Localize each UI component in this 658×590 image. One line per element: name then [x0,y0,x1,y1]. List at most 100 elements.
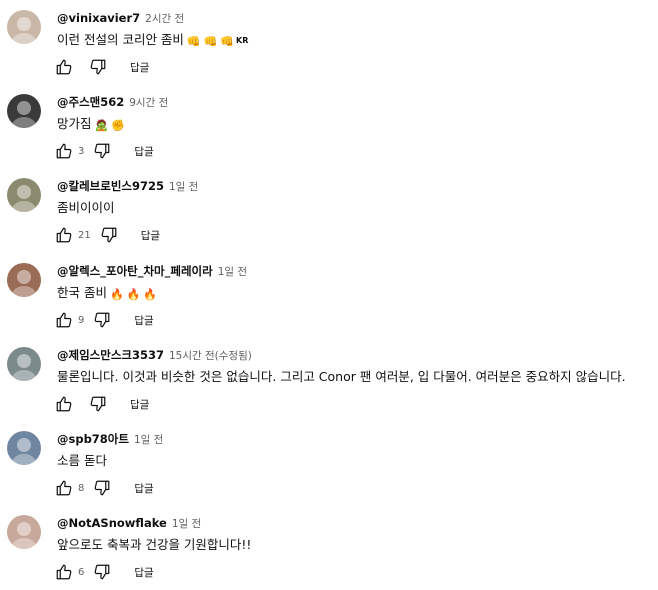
avatar[interactable] [7,347,41,381]
avatar-image [7,347,41,381]
thumb-down-icon [95,312,110,328]
comment-text: 소름 돋다 [57,451,109,472]
like-button[interactable] [52,308,76,332]
comment-item: @칼레브로빈스9725 1일 전 좀비이이이 21 답글 [0,168,658,252]
comment-item: @알렉스_포아탄_차마_페레이라 1일 전 한국 좀비 🔥 🔥 🔥 9 답글 [0,253,658,337]
avatar-image [7,263,41,297]
thumb-up-icon [56,143,72,159]
author-name[interactable]: @주스맨562 [57,95,124,109]
comment-time[interactable]: 1일 전 [172,518,201,530]
like-count: 9 [78,314,85,326]
avatar[interactable] [7,515,41,549]
comment-header: @제임스만스크3537 15시간 전(수정됨) [57,346,252,364]
like-button[interactable] [52,476,76,500]
avatar-image [7,10,41,44]
comment-body: 앞으로도 축복과 건강을 기원합니다!! [57,537,252,552]
like-button[interactable] [52,139,76,163]
comment-text: 망가짐 🧟 ✊ [57,114,127,136]
comment-item: @spb78아트 1일 전 소름 돋다 8 답글 [0,421,658,505]
author-name[interactable]: @vinixavier7 [57,11,140,25]
comment-text: 이런 전설의 코리안 좀비 👊 👊 👊 KR [57,30,248,52]
avatar-image [7,94,41,128]
comment-time[interactable]: 1일 전 [169,181,198,193]
comment-text: 앞으로도 축복과 건강을 기원합니다!! [57,535,253,556]
emoji: ✊ [111,119,125,132]
dislike-button[interactable] [97,223,121,247]
emoji-group: 🔥 🔥 🔥 [107,285,157,301]
comment-text: 좀비이이이 [57,198,117,219]
dislike-button[interactable] [90,308,114,332]
avatar-image [7,431,41,465]
like-button[interactable] [52,560,76,584]
comment-header: @주스맨562 9시간 전 [57,93,168,111]
emoji: 👊 [186,35,201,48]
thumb-down-icon [101,227,117,243]
comment-actions: 3 답글 [52,139,154,163]
comment-body: 한국 좀비 [57,285,107,300]
comment-actions: 21 답글 [52,223,160,247]
thumb-up-icon [56,396,72,412]
author-name[interactable]: @칼레브로빈스9725 [57,179,164,193]
reply-button[interactable]: 답글 [141,228,160,243]
avatar[interactable] [7,94,41,128]
reply-button[interactable]: 답글 [134,565,153,580]
comment-time[interactable]: 1일 전 [134,434,163,446]
author-name[interactable]: @NotASnowflake [57,516,167,530]
reply-button[interactable]: 답글 [130,60,149,75]
comment-body: 좀비이이이 [57,200,115,215]
avatar[interactable] [7,178,41,212]
author-name[interactable]: @spb78아트 [57,432,129,446]
like-count: 6 [78,566,85,578]
comment-time[interactable]: 15시간 전(수정됨) [169,350,252,362]
thumb-up-icon [56,59,72,75]
emoji: 🔥 [109,288,124,301]
thumb-up-icon [56,564,72,580]
dislike-button[interactable] [86,55,110,79]
avatar[interactable] [7,263,41,297]
dislike-button[interactable] [86,392,110,416]
emoji: 🔥 [143,288,158,301]
comment-text: 물론입니다. 이것과 비슷한 것은 없습니다. 그리고 Conor 팬 여러분,… [57,367,628,388]
reply-button[interactable]: 답글 [134,144,153,159]
comment-text: 한국 좀비 🔥 🔥 🔥 [57,283,159,305]
comment-header: @vinixavier7 2시간 전 [57,9,184,27]
like-count: 21 [78,229,91,241]
comment-actions: 8 답글 [52,476,154,500]
avatar-image [7,515,41,549]
comment-item: @NotASnowflake 1일 전 앞으로도 축복과 건강을 기원합니다!! … [0,505,658,589]
like-button[interactable] [52,223,76,247]
author-name[interactable]: @제임스만스크3537 [57,348,164,362]
like-count: 8 [78,482,85,494]
thumb-down-icon [95,564,110,580]
thumb-up-icon [56,480,72,496]
dislike-button[interactable] [90,139,114,163]
comment-time[interactable]: 2시간 전 [145,13,184,25]
avatar[interactable] [7,10,41,44]
comment-header: @spb78아트 1일 전 [57,430,163,448]
like-button[interactable] [52,55,76,79]
avatar[interactable] [7,431,41,465]
avatar-image [7,178,41,212]
thumb-up-icon [56,312,72,328]
comment-time[interactable]: 9시간 전 [129,97,168,109]
emoji-group: 🧟 ✊ [92,116,125,132]
reply-button[interactable]: 답글 [134,313,153,328]
emoji: 👊 [220,35,235,48]
comment-item: @주스맨562 9시간 전 망가짐 🧟 ✊ 3 답글 [0,84,658,168]
like-button[interactable] [52,392,76,416]
comment-body: 물론입니다. 이것과 비슷한 것은 없습니다. 그리고 Conor 팬 여러분,… [57,369,626,384]
comment-body: 망가짐 [57,116,92,131]
comment-actions: 답글 [52,392,149,416]
reply-button[interactable]: 답글 [130,397,149,412]
thumb-down-icon [90,59,106,75]
thumb-down-icon [90,396,106,412]
comment-actions: 9 답글 [52,308,154,332]
author-name[interactable]: @알렉스_포아탄_차마_페레이라 [57,264,213,278]
comment-time[interactable]: 1일 전 [218,266,247,278]
comment-body: 이런 전설의 코리안 좀비 [57,32,184,47]
thumb-down-icon [95,143,110,159]
comment-header: @칼레브로빈스9725 1일 전 [57,177,198,195]
dislike-button[interactable] [90,560,114,584]
reply-button[interactable]: 답글 [134,481,153,496]
dislike-button[interactable] [90,476,114,500]
